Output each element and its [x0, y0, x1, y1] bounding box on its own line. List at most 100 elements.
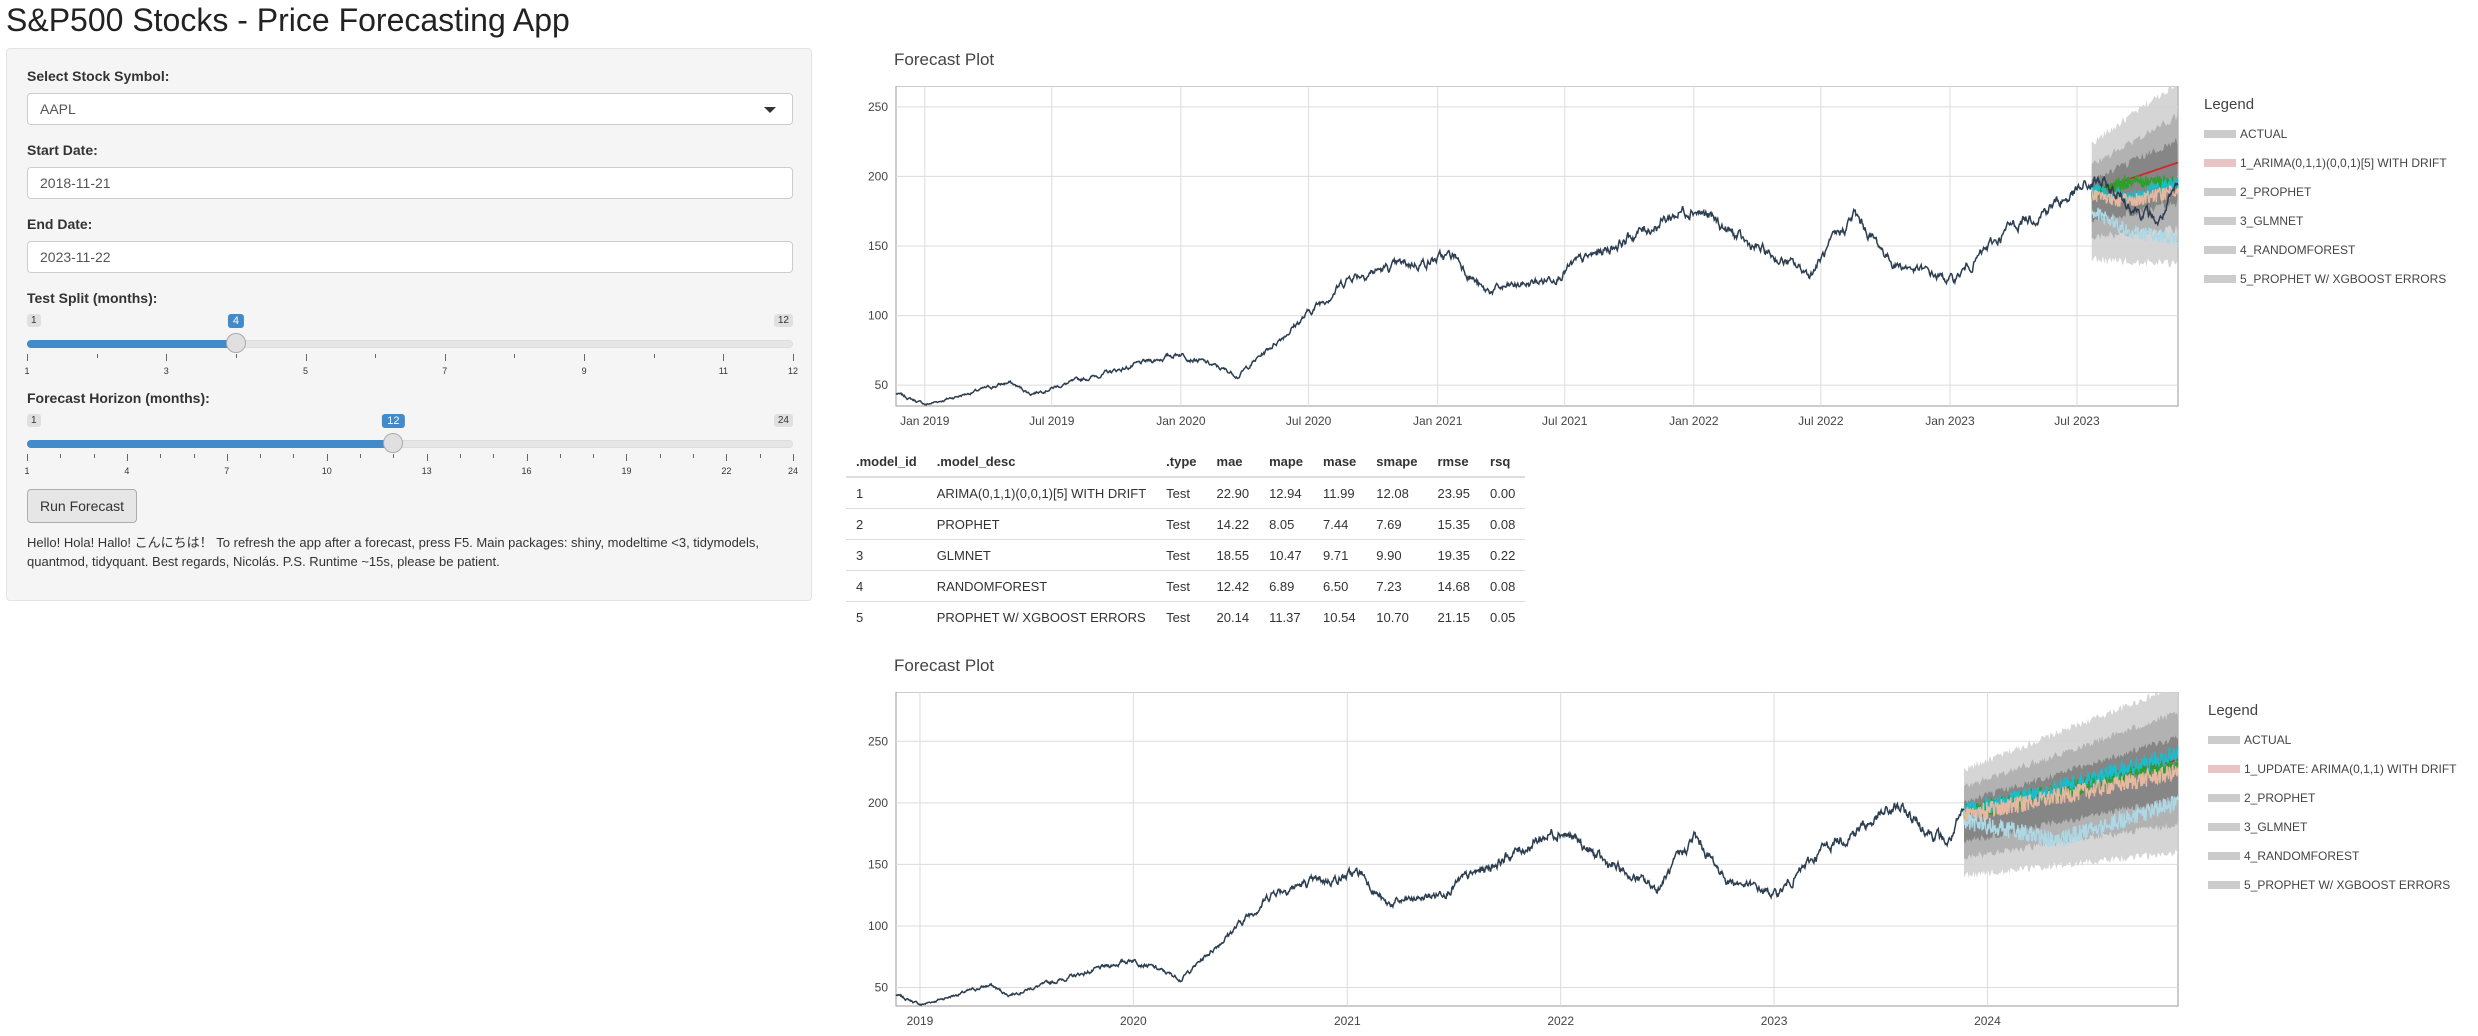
x-tick-label: Jul 2022 [1798, 414, 1844, 428]
table-cell: 20.14 [1206, 601, 1260, 632]
info-note: Hello! Hola! Hallo! こんにちは！ To refresh th… [27, 535, 760, 569]
y-tick-label: 100 [868, 309, 888, 323]
y-tick-label: 200 [868, 169, 888, 183]
slider-minor-tick [96, 354, 98, 358]
legend-item[interactable]: 4_RANDOMFOREST [2204, 235, 2447, 264]
plot-1-legend: Legend ACTUAL 1_ARIMA(0,1,1)(0,0,1)[5] WI… [2204, 96, 2447, 293]
end-date-input[interactable]: 2023-11-22 [27, 241, 793, 273]
table-header: mape [1259, 446, 1314, 478]
x-tick-label: 2022 [1547, 1014, 1574, 1028]
slider-max-label: 24 [773, 414, 793, 427]
table-cell: 7.44 [1313, 508, 1367, 540]
legend-item[interactable]: 3_GLMNET [2208, 812, 2456, 841]
table-cell: 11.37 [1259, 601, 1314, 632]
y-tick-label: 50 [875, 981, 889, 995]
slider-minor-tick [27, 354, 28, 358]
horizon-slider[interactable]: 1 24 12 1 4 7 10 13 16 19 22 24 [24, 414, 798, 476]
run-forecast-button[interactable]: Run Forecast [27, 489, 138, 523]
table-cell: ARIMA(0,1,1)(0,0,1)[5] WITH DRIFT [926, 476, 1157, 509]
table-cell: 18.55 [1206, 539, 1260, 571]
y-tick-label: 50 [875, 378, 889, 392]
slider-tick-label: 3 [163, 366, 169, 376]
legend-swatch [2208, 793, 2240, 802]
table-cell: 15.35 [1427, 508, 1481, 540]
end-date-label: End Date: [27, 216, 93, 232]
legend-label: 3_GLMNET [2240, 213, 2304, 228]
slider-minor-tick [459, 454, 461, 458]
slider-minor-tick [653, 354, 655, 358]
slider-minor-tick [493, 454, 495, 458]
legend-item[interactable]: 2_PROPHET [2204, 177, 2447, 206]
legend-item[interactable]: ACTUAL [2204, 119, 2447, 148]
legend-swatch [2204, 158, 2236, 167]
legend-item[interactable]: 1_UPDATE: ARIMA(0,1,1) WITH DRIFT [2208, 754, 2456, 783]
table-cell: 12.94 [1259, 476, 1314, 509]
table-cell: 10.70 [1366, 601, 1428, 632]
slider-fill [27, 340, 236, 348]
legend-item[interactable]: 2_PROPHET [2208, 783, 2456, 812]
table-cell: PROPHET [926, 508, 1157, 540]
start-date-input[interactable]: 2018-11-21 [27, 167, 793, 199]
legend-swatch [2204, 187, 2236, 196]
table-cell: 12.42 [1206, 570, 1260, 602]
legend-label: ACTUAL [2244, 732, 2292, 747]
table-cell: 0.00 [1480, 476, 1526, 509]
table-cell: 4 [846, 570, 927, 602]
table-cell: 1 [846, 476, 927, 509]
legend-swatch [2204, 216, 2236, 225]
table-header: .model_desc [926, 446, 1157, 478]
table-cell: 6.89 [1259, 570, 1314, 602]
plot-1-canvas[interactable]: 50 100 150 200 250 Jan 2019 Jul 2019 Jan 2020 Ju… [846, 86, 2186, 436]
slider-minor-tick [260, 454, 262, 458]
table-cell: 5 [846, 601, 927, 632]
symbol-value: AAPL [40, 101, 76, 117]
slider-tick-label: 5 [303, 366, 309, 376]
symbol-select[interactable]: AAPL [27, 93, 793, 125]
slider-minor-tick [759, 454, 761, 458]
x-tick-label: Jul 2019 [1029, 414, 1075, 428]
slider-tick-label: 1 [24, 366, 30, 376]
table-row: 4 RANDOMFOREST Test 12.42 6.89 6.50 7.23 14.68 0… [846, 570, 1526, 602]
table-header: mase [1313, 446, 1367, 478]
legend-item[interactable]: 4_RANDOMFOREST [2208, 841, 2456, 870]
y-tick-label: 250 [868, 734, 888, 748]
table-cell: 0.22 [1480, 539, 1526, 571]
table-header: rmse [1427, 446, 1481, 478]
legend-swatch [2208, 851, 2240, 860]
legend-swatch [2208, 880, 2240, 889]
slider-minor-tick [393, 454, 395, 458]
slider-value-label: 4 [227, 314, 244, 328]
slider-minor-tick [693, 454, 695, 458]
chevron-down-icon [764, 107, 776, 113]
table-header: .model_id [846, 446, 927, 478]
table-row: 2 PROPHET Test 14.22 8.05 7.44 7.69 15.35 0.08 [846, 508, 1526, 540]
table-cell: 0.08 [1480, 570, 1526, 602]
table-cell: 14.68 [1427, 570, 1481, 602]
table-cell: 23.95 [1427, 476, 1481, 509]
x-tick-label: Jul 2020 [1286, 414, 1332, 428]
slider-minor-tick [726, 454, 728, 458]
start-date-value: 2018-11-21 [40, 175, 111, 191]
plot-2-canvas[interactable]: 50 100 150 200 250 2019 2020 2021 2022 2023 2024 [846, 692, 2186, 1036]
slider-minor-tick [584, 354, 586, 358]
slider-minor-tick [226, 454, 228, 458]
x-tick-label: Jan 2021 [1413, 414, 1463, 428]
slider-minor-tick [160, 454, 162, 458]
slider-tick-label: 12 [787, 366, 799, 376]
start-date-label: Start Date: [27, 142, 98, 158]
legend-item[interactable]: 3_GLMNET [2204, 206, 2447, 235]
legend-item[interactable]: ACTUAL [2208, 725, 2456, 754]
y-tick-label: 150 [868, 857, 888, 871]
table-cell: 9.90 [1366, 539, 1428, 571]
legend-item[interactable]: 5_PROPHET W/ XGBOOST ERRORS [2204, 264, 2447, 293]
test-split-slider[interactable]: 1 12 4 1 3 5 7 9 11 12 [24, 314, 798, 376]
slider-handle[interactable] [225, 333, 246, 353]
legend-item[interactable]: 5_PROPHET W/ XGBOOST ERRORS [2208, 870, 2456, 899]
x-tick-label: Jan 2023 [1925, 414, 1975, 428]
legend-item[interactable]: 1_ARIMA(0,1,1)(0,0,1)[5] WITH DRIFT [2204, 148, 2447, 177]
table-cell: 12.08 [1366, 476, 1428, 509]
slider-minor-tick [793, 354, 794, 358]
slider-minor-tick [444, 354, 446, 358]
slider-fill [27, 440, 394, 448]
slider-handle[interactable] [383, 433, 404, 453]
